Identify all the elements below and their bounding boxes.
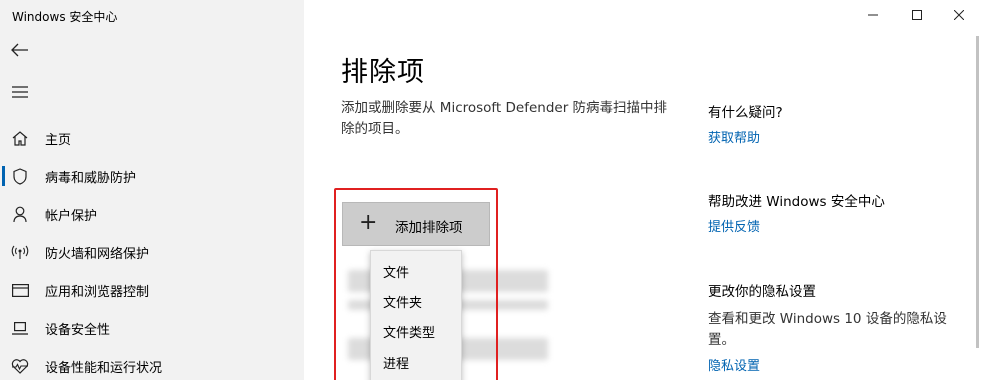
person-icon bbox=[10, 204, 30, 224]
hamburger-icon bbox=[12, 86, 28, 98]
highlight-annotation-box bbox=[334, 188, 498, 380]
minimize-icon bbox=[868, 14, 878, 16]
back-arrow-icon bbox=[11, 43, 28, 57]
privacy-description: 查看和更改 Windows 10 设备的隐私设置。 bbox=[708, 311, 947, 348]
active-indicator bbox=[2, 166, 5, 186]
improve-heading: 帮助改进 Windows 安全中心 bbox=[708, 194, 885, 210]
privacy-settings-link[interactable]: 隐私设置 bbox=[708, 355, 760, 374]
sidebar-item-home[interactable]: 主页 bbox=[0, 120, 304, 156]
shield-icon bbox=[10, 166, 30, 186]
sidebar-item-account[interactable]: 帐户保护 bbox=[0, 196, 304, 232]
scrollbar[interactable] bbox=[976, 36, 979, 348]
heart-pulse-icon bbox=[10, 356, 30, 376]
sidebar-item-app-browser[interactable]: 应用和浏览器控制 bbox=[0, 272, 304, 308]
sidebar-item-label: 设备安全性 bbox=[45, 322, 111, 338]
wifi-antenna-icon bbox=[10, 242, 30, 262]
questions-heading: 有什么疑问? bbox=[708, 105, 783, 121]
sidebar-item-label: 设备性能和运行状况 bbox=[45, 360, 163, 376]
laptop-icon bbox=[10, 318, 30, 338]
home-icon bbox=[10, 128, 30, 148]
window-title: Windows 安全中心 bbox=[12, 10, 118, 24]
sidebar-item-label: 帐户保护 bbox=[45, 208, 98, 224]
close-icon bbox=[954, 10, 964, 20]
maximize-icon bbox=[912, 10, 922, 20]
sidebar-item-device-performance[interactable]: 设备性能和运行状况 bbox=[0, 348, 304, 380]
feedback-link[interactable]: 提供反馈 bbox=[708, 216, 760, 235]
sidebar-item-device-security[interactable]: 设备安全性 bbox=[0, 310, 304, 346]
sidebar: Windows 安全中心 主页 病毒和威胁防护 帐户保护 防火墙和网络保护 应用… bbox=[0, 0, 304, 380]
sidebar-item-virus-protection[interactable]: 病毒和威胁防护 bbox=[0, 158, 304, 194]
close-button[interactable] bbox=[936, 0, 982, 30]
hamburger-menu-button[interactable] bbox=[6, 80, 34, 104]
sidebar-item-label: 应用和浏览器控制 bbox=[45, 284, 150, 300]
minimize-button[interactable] bbox=[850, 0, 896, 30]
get-help-link[interactable]: 获取帮助 bbox=[708, 127, 760, 146]
page-title: 排除项 bbox=[341, 57, 425, 88]
sidebar-item-label: 主页 bbox=[45, 132, 72, 148]
maximize-button[interactable] bbox=[894, 0, 940, 30]
sidebar-item-firewall[interactable]: 防火墙和网络保护 bbox=[0, 234, 304, 270]
back-button[interactable] bbox=[6, 38, 34, 62]
sidebar-item-label: 病毒和威胁防护 bbox=[45, 170, 137, 186]
browser-window-icon bbox=[10, 280, 30, 300]
privacy-heading: 更改你的隐私设置 bbox=[708, 284, 816, 300]
sidebar-item-label: 防火墙和网络保护 bbox=[45, 246, 150, 262]
page-description: 添加或删除要从 Microsoft Defender 防病毒扫描中排除的项目。 bbox=[341, 100, 668, 137]
